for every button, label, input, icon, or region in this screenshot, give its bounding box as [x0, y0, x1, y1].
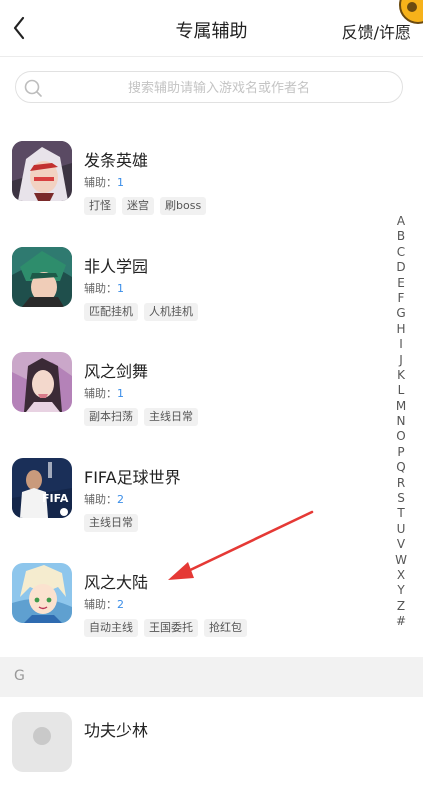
feature-tag[interactable]: 王国委托 — [144, 619, 198, 637]
alphabet-index-letter[interactable]: # — [395, 614, 407, 629]
section-letter: G — [14, 668, 25, 684]
alphabet-index-letter[interactable]: U — [395, 522, 407, 537]
game-item-fengzhi-dalu[interactable]: 风之大陆 辅助：2 自动主线 王国委托 抢红包 — [0, 563, 390, 663]
assist-count: 辅助：2 — [84, 491, 124, 507]
alphabet-index-letter[interactable]: X — [395, 568, 407, 583]
alphabet-index-letter[interactable]: J — [395, 353, 407, 368]
alphabet-index-letter[interactable]: B — [395, 229, 407, 244]
alphabet-index-letter[interactable]: T — [395, 506, 407, 521]
fifa-logo-text: FIFA — [42, 492, 69, 505]
header-divider — [0, 56, 423, 57]
assist-count-value: 2 — [117, 598, 124, 611]
search-bar[interactable] — [15, 71, 403, 103]
feature-tag[interactable]: 自动主线 — [84, 619, 138, 637]
game-icon — [12, 247, 72, 307]
tag-list: 自动主线 王国委托 抢红包 — [84, 616, 253, 637]
game-icon — [12, 563, 72, 623]
assist-count-label: 辅助： — [84, 598, 117, 611]
top-bar: 专属辅助 反馈/许愿 — [0, 0, 423, 56]
feature-tag[interactable]: 迷宫 — [122, 197, 154, 215]
game-name: 功夫少林 — [84, 721, 149, 740]
alphabet-index-letter[interactable]: S — [395, 491, 407, 506]
assist-count-value: 1 — [117, 282, 124, 295]
assist-count-value: 2 — [117, 493, 124, 506]
alphabet-index-letter[interactable]: N — [395, 414, 407, 429]
assist-count-value: 1 — [117, 176, 124, 189]
alphabet-index-letter[interactable]: Q — [395, 460, 407, 475]
alphabet-index-letter[interactable]: Z — [395, 599, 407, 614]
alphabet-index-letter[interactable]: E — [395, 276, 407, 291]
game-name: 风之大陆 — [84, 573, 149, 592]
tag-list: 副本扫荡 主线日常 — [84, 405, 204, 426]
game-name: 非人学园 — [84, 257, 149, 276]
feature-tag[interactable]: 主线日常 — [84, 514, 138, 532]
game-name: 发条英雄 — [84, 151, 149, 170]
alphabet-index-letter[interactable]: K — [395, 368, 407, 383]
assist-count-label: 辅助： — [84, 176, 117, 189]
game-item-feiren-xueyuan[interactable]: 非人学园 辅助：1 匹配挂机 人机挂机 — [0, 247, 390, 347]
feedback-wish-button[interactable]: 反馈/许愿 — [342, 19, 411, 43]
feature-tag[interactable]: 主线日常 — [144, 408, 198, 426]
assist-count: 辅助：1 — [84, 385, 124, 401]
assist-count-label: 辅助： — [84, 387, 117, 400]
search-input[interactable] — [52, 77, 386, 99]
game-item-fatiao-yingxiong[interactable]: 发条英雄 辅助：1 打怪 迷宫 刷boss — [0, 141, 390, 241]
assist-count: 辅助：2 — [84, 596, 124, 612]
assist-count-label: 辅助： — [84, 282, 117, 295]
assist-count-label: 辅助： — [84, 493, 117, 506]
game-name: 风之剑舞 — [84, 362, 149, 381]
alphabet-index-letter[interactable]: F — [395, 291, 407, 306]
search-icon — [24, 79, 42, 97]
alphabet-index[interactable]: A B C D E F G H I J K L M N O P Q R S T U V W X Y Z # — [395, 214, 407, 630]
game-item-gongfu-shaolin[interactable]: 功夫少林 — [0, 712, 390, 812]
feature-tag[interactable]: 抢红包 — [204, 619, 247, 637]
alphabet-index-letter[interactable]: D — [395, 260, 407, 275]
tag-list: 打怪 迷宫 刷boss — [84, 194, 212, 215]
tag-list: 主线日常 — [84, 511, 144, 532]
alphabet-index-letter[interactable]: O — [395, 429, 407, 444]
alphabet-index-letter[interactable]: H — [395, 322, 407, 337]
section-header: G — [0, 657, 423, 697]
alphabet-index-letter[interactable]: I — [395, 337, 407, 352]
alphabet-index-letter[interactable]: C — [395, 245, 407, 260]
game-icon: FIFA — [12, 458, 72, 518]
feature-tag[interactable]: 刷boss — [160, 197, 207, 215]
game-icon — [12, 712, 72, 772]
alphabet-index-letter[interactable]: V — [395, 537, 407, 552]
alphabet-index-letter[interactable]: L — [395, 383, 407, 398]
assist-count: 辅助：1 — [84, 280, 124, 296]
alphabet-index-letter[interactable]: A — [395, 214, 407, 229]
feature-tag[interactable]: 匹配挂机 — [84, 303, 138, 321]
alphabet-index-letter[interactable]: Y — [395, 583, 407, 598]
game-item-fifa-zuqiu-shijie[interactable]: FIFA FIFA足球世界 辅助：2 主线日常 — [0, 458, 390, 558]
game-icon — [12, 352, 72, 412]
feature-tag[interactable]: 副本扫荡 — [84, 408, 138, 426]
alphabet-index-letter[interactable]: R — [395, 476, 407, 491]
assist-count: 辅助：1 — [84, 174, 124, 190]
alphabet-index-letter[interactable]: G — [395, 306, 407, 321]
tag-list: 匹配挂机 人机挂机 — [84, 300, 204, 321]
assist-count-value: 1 — [117, 387, 124, 400]
feature-tag[interactable]: 打怪 — [84, 197, 116, 215]
alphabet-index-letter[interactable]: W — [395, 553, 407, 568]
feature-tag[interactable]: 人机挂机 — [144, 303, 198, 321]
game-name: FIFA足球世界 — [84, 468, 181, 487]
alphabet-index-letter[interactable]: P — [395, 445, 407, 460]
game-item-fengzhi-jianwu[interactable]: 风之剑舞 辅助：1 副本扫荡 主线日常 — [0, 352, 390, 452]
alphabet-index-letter[interactable]: M — [395, 399, 407, 414]
game-icon — [12, 141, 72, 201]
